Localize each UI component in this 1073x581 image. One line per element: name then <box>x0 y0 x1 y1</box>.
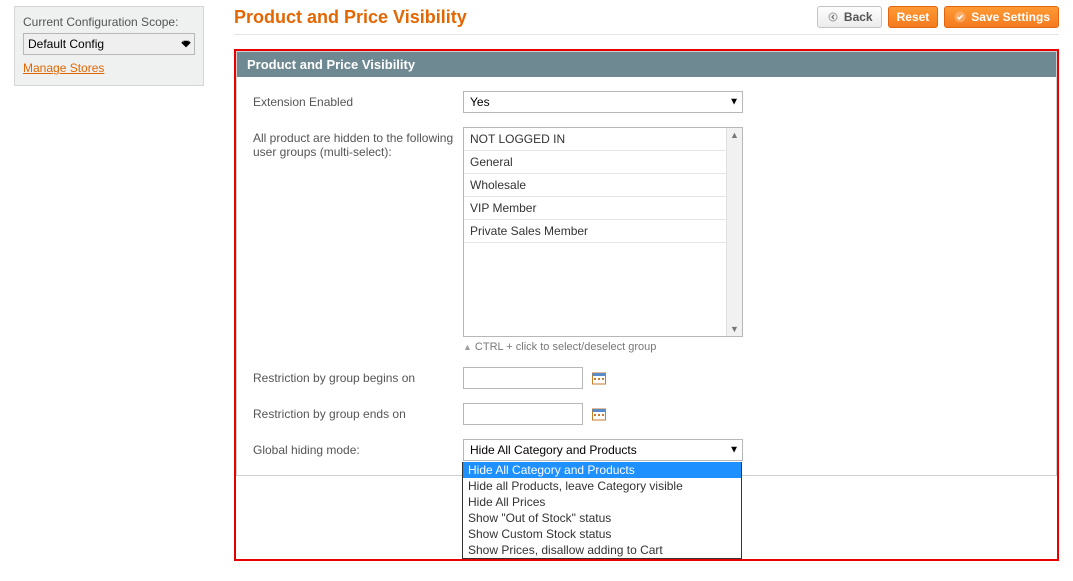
dropdown-option[interactable]: Show Custom Stock status <box>463 526 741 542</box>
mode-dropdown-list: Hide All Category and Products Hide all … <box>462 462 742 559</box>
field-enabled: Extension Enabled Yes ▼ <box>253 91 1040 113</box>
scroll-down-icon[interactable]: ▼ <box>727 322 742 336</box>
dropdown-option[interactable]: Hide All Category and Products <box>463 462 741 478</box>
mode-select[interactable]: Hide All Category and Products <box>463 439 743 461</box>
visibility-section: Product and Price Visibility Extension E… <box>236 51 1057 476</box>
config-scope-label: Current Configuration Scope: <box>23 15 195 29</box>
groups-multiselect[interactable]: NOT LOGGED IN General Wholesale VIP Memb… <box>463 127 743 337</box>
action-buttons: Back Reset Save Settings <box>817 6 1059 28</box>
back-button-label: Back <box>844 10 873 24</box>
scrollbar[interactable]: ▲ ▼ <box>726 128 742 336</box>
calendar-icon[interactable] <box>590 369 608 387</box>
list-item[interactable]: NOT LOGGED IN <box>464 128 742 151</box>
list-item[interactable]: Wholesale <box>464 174 742 197</box>
config-scope-box: Current Configuration Scope: Default Con… <box>14 6 204 86</box>
list-item[interactable]: VIP Member <box>464 197 742 220</box>
mode-label: Global hiding mode: <box>253 439 463 457</box>
page-header: Product and Price Visibility Back Reset … <box>234 6 1059 35</box>
groups-hint: ▲CTRL + click to select/deselect group <box>463 341 743 353</box>
begins-date-input[interactable] <box>463 367 583 389</box>
check-icon <box>953 10 967 24</box>
triangle-up-icon: ▲ <box>463 342 472 352</box>
dropdown-option[interactable]: Hide All Prices <box>463 494 741 510</box>
field-mode: Global hiding mode: Hide All Category an… <box>253 439 1040 461</box>
back-arrow-icon <box>826 10 840 24</box>
list-item[interactable]: Private Sales Member <box>464 220 742 243</box>
groups-label: All product are hidden to the following … <box>253 127 463 159</box>
save-button[interactable]: Save Settings <box>944 6 1059 28</box>
main-content: Product and Price Visibility Back Reset … <box>234 6 1059 561</box>
begins-label: Restriction by group begins on <box>253 367 463 385</box>
enabled-label: Extension Enabled <box>253 91 463 109</box>
dropdown-option[interactable]: Show "Out of Stock" status <box>463 510 741 526</box>
ends-label: Restriction by group ends on <box>253 403 463 421</box>
sidebar: Current Configuration Scope: Default Con… <box>14 6 204 86</box>
field-begins: Restriction by group begins on <box>253 367 1040 389</box>
section-title: Product and Price Visibility <box>237 52 1056 77</box>
back-button[interactable]: Back <box>817 6 882 28</box>
manage-stores-link[interactable]: Manage Stores <box>23 61 104 75</box>
list-item[interactable]: General <box>464 151 742 174</box>
ends-date-input[interactable] <box>463 403 583 425</box>
highlight-frame: Product and Price Visibility Extension E… <box>234 49 1059 561</box>
config-scope-select[interactable]: Default Config <box>23 33 195 55</box>
page-title: Product and Price Visibility <box>234 7 467 28</box>
reset-button-label: Reset <box>897 10 930 24</box>
dropdown-option[interactable]: Hide all Products, leave Category visibl… <box>463 478 741 494</box>
field-groups: All product are hidden to the following … <box>253 127 1040 353</box>
enabled-select[interactable]: Yes <box>463 91 743 113</box>
field-ends: Restriction by group ends on <box>253 403 1040 425</box>
reset-button[interactable]: Reset <box>888 6 939 28</box>
calendar-icon[interactable] <box>590 405 608 423</box>
dropdown-option[interactable]: Show Prices, disallow adding to Cart <box>463 542 741 558</box>
save-button-label: Save Settings <box>971 10 1050 24</box>
scroll-up-icon[interactable]: ▲ <box>727 128 742 142</box>
